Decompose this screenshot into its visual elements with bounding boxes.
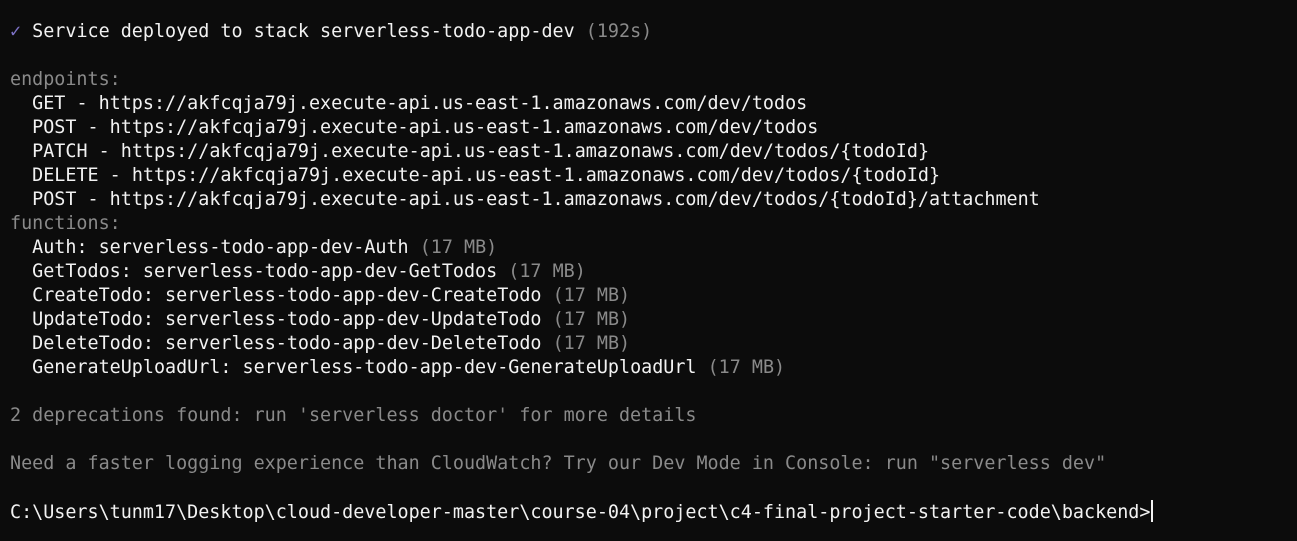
function-name: GenerateUploadUrl: [32, 357, 221, 378]
endpoint-url: https://akfcqja79j.execute-api.us-east-1…: [109, 189, 1040, 210]
endpoint-line: POST - https://akfcqja79j.execute-api.us…: [32, 117, 819, 138]
function-resource: serverless-todo-app-dev-GenerateUploadUr…: [242, 357, 697, 378]
command-prompt[interactable]: C:\Users\tunm17\Desktop\cloud-developer-…: [10, 500, 1154, 524]
function-line: GenerateUploadUrl: serverless-todo-app-d…: [32, 357, 786, 378]
endpoint-method: POST: [32, 189, 77, 210]
function-line: UpdateTodo: serverless-todo-app-dev-Upda…: [32, 309, 631, 330]
function-name: UpdateTodo: [32, 309, 143, 330]
deploy-duration: (192s): [585, 21, 653, 42]
function-resource: serverless-todo-app-dev-DeleteTodo: [165, 333, 542, 354]
function-resource: serverless-todo-app-dev-Auth: [98, 237, 409, 258]
deprecations-notice: 2 deprecations found: run 'serverless do…: [10, 405, 697, 426]
endpoint-line: DELETE - https://akfcqja79j.execute-api.…: [32, 165, 941, 186]
function-size: (17 MB): [552, 333, 631, 354]
function-name: DeleteTodo: [32, 333, 143, 354]
endpoint-url: https://akfcqja79j.execute-api.us-east-1…: [98, 93, 808, 114]
function-resource: serverless-todo-app-dev-UpdateTodo: [165, 309, 542, 330]
function-line: Auth: serverless-todo-app-dev-Auth (17 M…: [32, 237, 498, 258]
function-line: DeleteTodo: serverless-todo-app-dev-Dele…: [32, 333, 631, 354]
dev-mode-notice: Need a faster logging experience than Cl…: [10, 453, 1107, 474]
endpoint-url: https://akfcqja79j.execute-api.us-east-1…: [131, 165, 941, 186]
function-size: (17 MB): [552, 309, 631, 330]
function-name: CreateTodo: [32, 285, 143, 306]
function-size: (17 MB): [419, 237, 498, 258]
function-name: Auth: [32, 237, 77, 258]
endpoint-method: GET: [32, 93, 66, 114]
endpoints-heading: endpoints:: [10, 69, 121, 90]
deploy-message: Service deployed to stack serverless-tod…: [32, 21, 575, 42]
deploy-status-line: ✓ Service deployed to stack serverless-t…: [10, 20, 652, 44]
text-cursor: [1151, 500, 1154, 522]
function-size: (17 MB): [508, 261, 586, 282]
function-line: CreateTodo: serverless-todo-app-dev-Crea…: [32, 285, 631, 306]
endpoint-url: https://akfcqja79j.execute-api.us-east-1…: [120, 141, 930, 162]
function-line: GetTodos: serverless-todo-app-dev-GetTod…: [32, 261, 586, 282]
function-resource: serverless-todo-app-dev-CreateTodo: [165, 285, 542, 306]
endpoint-method: PATCH: [32, 141, 88, 162]
function-size: (17 MB): [707, 357, 786, 378]
endpoint-line: GET - https://akfcqja79j.execute-api.us-…: [32, 93, 808, 114]
endpoint-method: POST: [32, 117, 77, 138]
terminal-window[interactable]: ✓ Service deployed to stack serverless-t…: [0, 0, 1297, 541]
function-resource: serverless-todo-app-dev-GetTodos: [142, 261, 498, 282]
endpoint-url: https://akfcqja79j.execute-api.us-east-1…: [109, 117, 819, 138]
endpoint-method: DELETE: [32, 165, 99, 186]
function-name: GetTodos: [32, 261, 121, 282]
endpoint-line: PATCH - https://akfcqja79j.execute-api.u…: [32, 141, 930, 162]
checkmark-icon: ✓: [10, 21, 22, 42]
endpoint-line: POST - https://akfcqja79j.execute-api.us…: [32, 189, 1040, 210]
function-size: (17 MB): [552, 285, 631, 306]
functions-heading: functions:: [10, 213, 121, 234]
prompt-path: C:\Users\tunm17\Desktop\cloud-developer-…: [10, 502, 1151, 523]
